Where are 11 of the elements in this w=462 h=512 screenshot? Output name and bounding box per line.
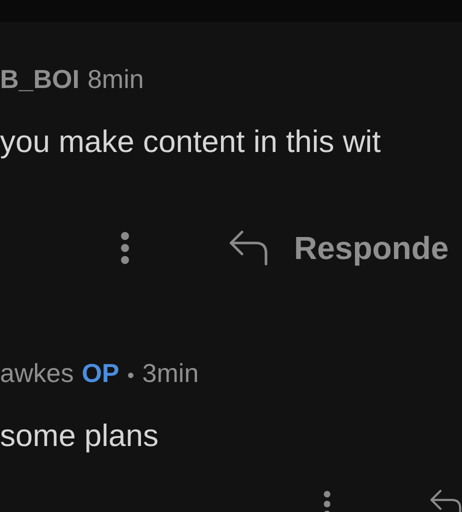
more-options-icon[interactable] [120,231,130,265]
reply-icon[interactable] [228,230,268,266]
username[interactable]: B_BOI [0,64,80,95]
reply-button[interactable]: Responde [294,230,449,266]
separator-dot: • [127,365,134,388]
username[interactable]: awkes [0,358,74,389]
timestamp: 8min [87,64,144,95]
op-label: OP [82,358,120,389]
timestamp: 3min [142,358,199,389]
comment-text: some plans [0,418,160,454]
comment-text: you make content in this wit [0,124,382,160]
